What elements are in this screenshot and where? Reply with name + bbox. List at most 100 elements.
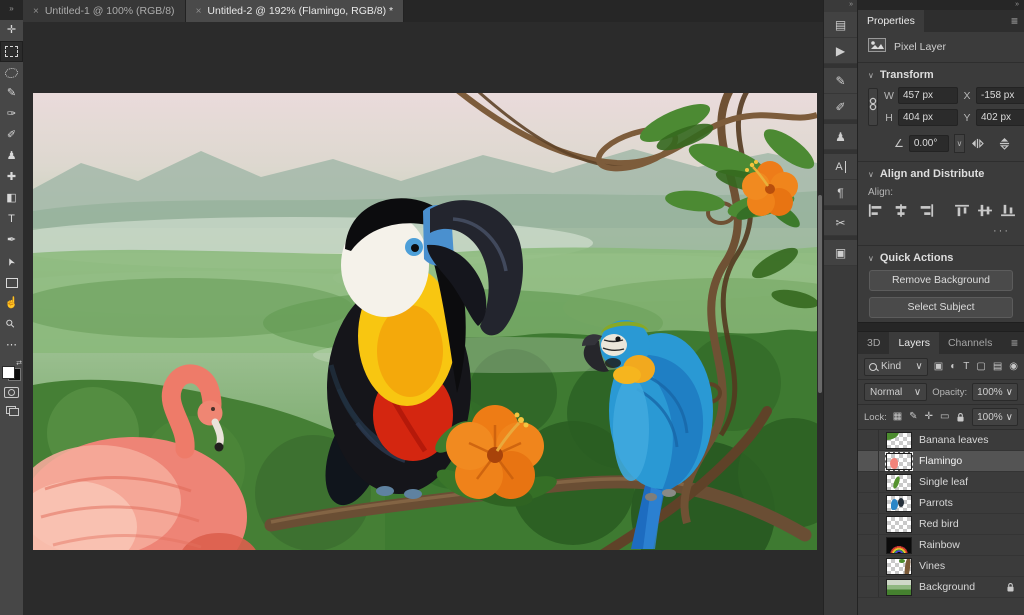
align-more-button[interactable]: ··· [868, 225, 1014, 237]
filter-toggle-icon[interactable]: ◉ [1009, 362, 1018, 372]
layer-thumbnail[interactable] [886, 432, 912, 449]
document-tab-active[interactable]: ×Untitled-2 @ 192% (Flamingo, RGB/8) * [186, 0, 405, 22]
align-hcenter-button[interactable] [893, 204, 909, 217]
lock-all-icon[interactable] [956, 412, 965, 423]
layer-thumbnail[interactable] [886, 453, 912, 470]
dock-tool-presets-button[interactable]: ✂ [824, 210, 857, 236]
layer-visibility-toggle[interactable] [858, 430, 879, 450]
hand-tool[interactable]: ☝ [0, 293, 23, 314]
dock-swatches-button[interactable]: ▤ [824, 12, 857, 38]
dock-libraries-button[interactable]: ▣ [824, 240, 857, 266]
panels-collapse-icon[interactable]: » [858, 0, 1024, 10]
layer-row-single-leaf[interactable]: Single leaf [858, 472, 1024, 493]
color-swatches[interactable]: ⇄ [2, 362, 21, 381]
flip-vertical-button[interactable] [999, 136, 1010, 151]
align-top-button[interactable] [955, 204, 969, 217]
type-layer-filter-icon[interactable]: T [963, 362, 969, 372]
dock-collapse-icon[interactable]: » [824, 0, 857, 12]
panel-menu-icon[interactable]: ≡ [1011, 10, 1024, 32]
type-tool[interactable]: T [0, 209, 23, 230]
layer-visibility-eye-icon[interactable] [858, 493, 879, 513]
rotation-dropdown[interactable]: ∨ [954, 134, 965, 153]
x-position-field[interactable]: -158 px [976, 87, 1024, 104]
brush-tool[interactable]: ✐ [0, 125, 23, 146]
pen-tool[interactable]: ✒ [0, 230, 23, 251]
lock-artboard-icon[interactable]: ▭ [940, 412, 949, 422]
y-position-field[interactable]: 402 px [976, 109, 1024, 126]
close-tab-icon[interactable]: × [196, 6, 202, 17]
link-dimensions-button[interactable] [868, 88, 878, 126]
width-field[interactable]: 457 px [898, 87, 958, 104]
adjustment-layer-filter-icon[interactable]: ◐ [950, 362, 956, 372]
edit-toolbar[interactable]: ⋯ [0, 335, 23, 356]
move-tool[interactable]: ✛ [0, 20, 23, 41]
panel-menu-icon[interactable]: ≡ [1011, 332, 1024, 354]
swap-colors-icon[interactable]: ⇄ [16, 359, 22, 367]
tab-layers[interactable]: Layers [889, 332, 939, 354]
gradient-tool[interactable]: ◧ [0, 188, 23, 209]
lock-position-icon[interactable]: ✛ [925, 412, 933, 422]
canvas-area[interactable] [23, 22, 823, 615]
layer-row-background[interactable]: Background [858, 577, 1024, 598]
layer-visibility-toggle[interactable] [858, 514, 879, 534]
remove-background-button[interactable]: Remove Background [869, 270, 1013, 291]
height-field[interactable]: 404 px [898, 109, 958, 126]
quick-selection-tool[interactable]: ✎ [0, 83, 23, 104]
dock-brushes-button[interactable]: ✐ [824, 94, 857, 120]
layer-visibility-eye-icon[interactable] [858, 451, 879, 471]
layer-filter-kind-dropdown[interactable]: Kind ∨ [864, 358, 928, 376]
quick-mask-button[interactable] [0, 383, 23, 401]
dock-paragraph-button[interactable]: ¶ [824, 180, 857, 206]
clone-stamp-tool[interactable]: ♟ [0, 146, 23, 167]
lasso-tool[interactable] [0, 62, 23, 83]
dock-clone-source-button[interactable]: ♟ [824, 124, 857, 150]
document-tab[interactable]: ×Untitled-1 @ 100% (RGB/8) [23, 0, 186, 22]
layer-thumbnail[interactable] [886, 579, 912, 596]
zoom-tool[interactable]: ⚲ [0, 314, 23, 335]
lock-transparent-pixels-icon[interactable]: ▦ [893, 412, 902, 422]
smart-object-filter-icon[interactable]: ▤ [993, 362, 1002, 372]
align-section-header[interactable]: ∨ Align and Distribute [868, 168, 1014, 180]
eyedropper-tool[interactable]: ✑ [0, 104, 23, 125]
screen-mode-button[interactable] [0, 401, 23, 419]
layer-thumbnail[interactable] [886, 537, 912, 554]
layer-thumbnail[interactable] [886, 474, 912, 491]
transform-section-header[interactable]: ∨ Transform [868, 69, 1014, 81]
flip-horizontal-button[interactable] [970, 136, 985, 151]
toolbar-collapse-icon[interactable]: » [0, 0, 23, 20]
layer-thumbnail[interactable] [886, 558, 912, 575]
canvas-vertical-scrollbar[interactable] [818, 195, 822, 393]
tab-properties[interactable]: Properties [858, 10, 924, 32]
layer-visibility-eye-icon[interactable] [858, 556, 879, 576]
layer-visibility-toggle[interactable] [858, 535, 879, 555]
layer-row-red-bird[interactable]: Red bird [858, 514, 1024, 535]
align-left-button[interactable] [868, 204, 884, 217]
layer-row-banana-leaves[interactable]: Banana leaves [858, 430, 1024, 451]
layer-visibility-toggle[interactable] [858, 472, 879, 492]
rotation-field[interactable]: 0.00° [909, 135, 949, 152]
healing-brush-tool[interactable]: ✚ [0, 167, 23, 188]
foreground-color-swatch[interactable] [2, 366, 15, 379]
path-selection-tool[interactable]: ➤ [0, 251, 23, 272]
dock-brush-settings-button[interactable]: ✎ [824, 68, 857, 94]
canvas-image[interactable] [33, 93, 817, 550]
layer-thumbnail[interactable] [886, 516, 912, 533]
layer-row-parrots[interactable]: Parrots [858, 493, 1024, 514]
lock-image-pixels-icon[interactable]: ✎ [909, 412, 917, 422]
tab-channels[interactable]: Channels [939, 332, 1001, 354]
opacity-field[interactable]: 100% ∨ [972, 383, 1018, 401]
rectangle-tool[interactable] [0, 272, 23, 293]
align-vcenter-button[interactable] [978, 204, 992, 217]
dock-character-button[interactable]: A [824, 154, 857, 180]
align-right-button[interactable] [918, 204, 934, 217]
layer-row-rainbow[interactable]: Rainbow [858, 535, 1024, 556]
blend-mode-dropdown[interactable]: Normal ∨ [864, 383, 927, 401]
pixel-layer-filter-icon[interactable]: ▣ [934, 362, 943, 372]
select-subject-button[interactable]: Select Subject [869, 297, 1013, 318]
dock-actions-button[interactable]: ▶ [824, 38, 857, 64]
layer-thumbnail[interactable] [886, 495, 912, 512]
marquee-tool[interactable] [0, 41, 23, 62]
layer-row-vines[interactable]: Vines [858, 556, 1024, 577]
shape-layer-filter-icon[interactable]: ▢ [976, 362, 985, 372]
tab-3d[interactable]: 3D [858, 332, 889, 354]
